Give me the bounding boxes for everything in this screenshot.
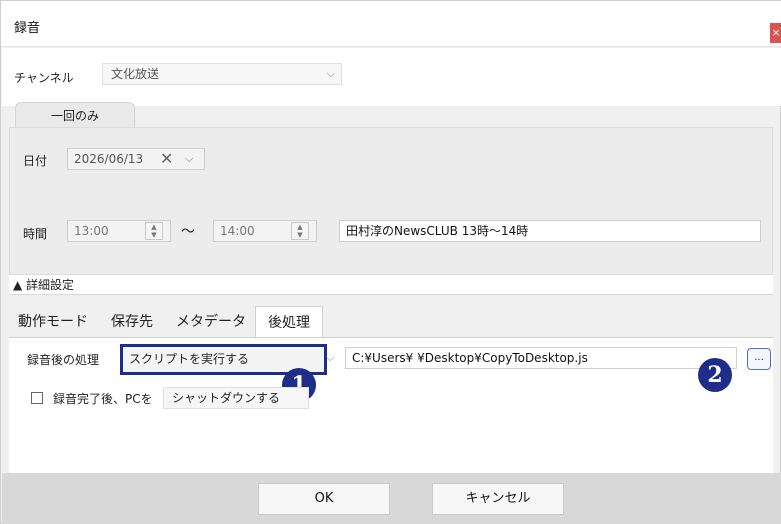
time-separator: 〜	[181, 224, 195, 240]
tab-once[interactable]: 一回のみ	[15, 102, 135, 128]
end-time-value: 14:00	[220, 224, 255, 238]
date-picker[interactable]: 2026/06/13 ✕ ⌵	[67, 148, 205, 170]
shutdown-action-value: シャットダウンする	[172, 391, 281, 405]
callout-badge-2: 2	[698, 358, 732, 392]
window-title: 録音	[14, 21, 41, 36]
tab-save-location[interactable]: 保存先	[99, 306, 165, 338]
program-title-input[interactable]: 田村淳のNewsCLUB 13時〜14時	[339, 220, 761, 242]
title-bar	[1, 1, 781, 47]
details-toggle[interactable]: ▲ 詳細設定	[9, 275, 773, 295]
start-time-spinner[interactable]: ▲ ▼	[145, 222, 163, 240]
record-dialog: 録音 × チャンネル 文化放送 ⌵ 一回のみ 日付 2026/06/13 ✕ ⌵…	[0, 0, 781, 524]
close-button[interactable]: ×	[770, 23, 781, 43]
script-path-value: C:¥Users¥ ¥Desktop¥CopyToDesktop.js	[352, 351, 588, 365]
clear-icon[interactable]: ✕	[160, 149, 173, 169]
channel-value: 文化放送	[111, 67, 160, 81]
shutdown-action-select[interactable]: シャットダウンする	[163, 387, 309, 409]
dialog-footer	[2, 473, 781, 524]
date-value: 2026/06/13	[74, 152, 144, 166]
shutdown-label: 録音完了後、PCを	[53, 392, 153, 406]
program-title-value: 田村淳のNewsCLUB 13時〜14時	[346, 224, 529, 238]
post-action-label: 録音後の処理	[27, 353, 100, 367]
end-time-spinner[interactable]: ▲ ▼	[291, 222, 309, 240]
dropdown-icon[interactable]: ⌵	[185, 149, 193, 169]
date-label: 日付	[23, 154, 48, 168]
tab-post-processing[interactable]: 後処理	[255, 306, 323, 339]
post-action-value: スクリプトを実行する	[129, 352, 250, 366]
browse-button[interactable]: ...	[747, 348, 771, 370]
ok-button[interactable]: OK	[258, 483, 390, 515]
channel-select[interactable]: 文化放送 ⌵	[102, 63, 342, 85]
tab-operation-mode[interactable]: 動作モード	[13, 306, 93, 338]
chevron-down-icon: ⌵	[326, 351, 335, 364]
script-path-input[interactable]: C:¥Users¥ ¥Desktop¥CopyToDesktop.js	[345, 347, 737, 369]
chevron-down-icon: ⌵	[326, 67, 335, 80]
channel-label: チャンネル	[14, 71, 74, 85]
cancel-button[interactable]: キャンセル	[432, 483, 564, 515]
start-time-value: 13:00	[74, 224, 109, 238]
shutdown-checkbox[interactable]	[31, 392, 43, 404]
time-label: 時間	[23, 227, 48, 241]
tab-metadata[interactable]: メタデータ	[169, 306, 253, 338]
